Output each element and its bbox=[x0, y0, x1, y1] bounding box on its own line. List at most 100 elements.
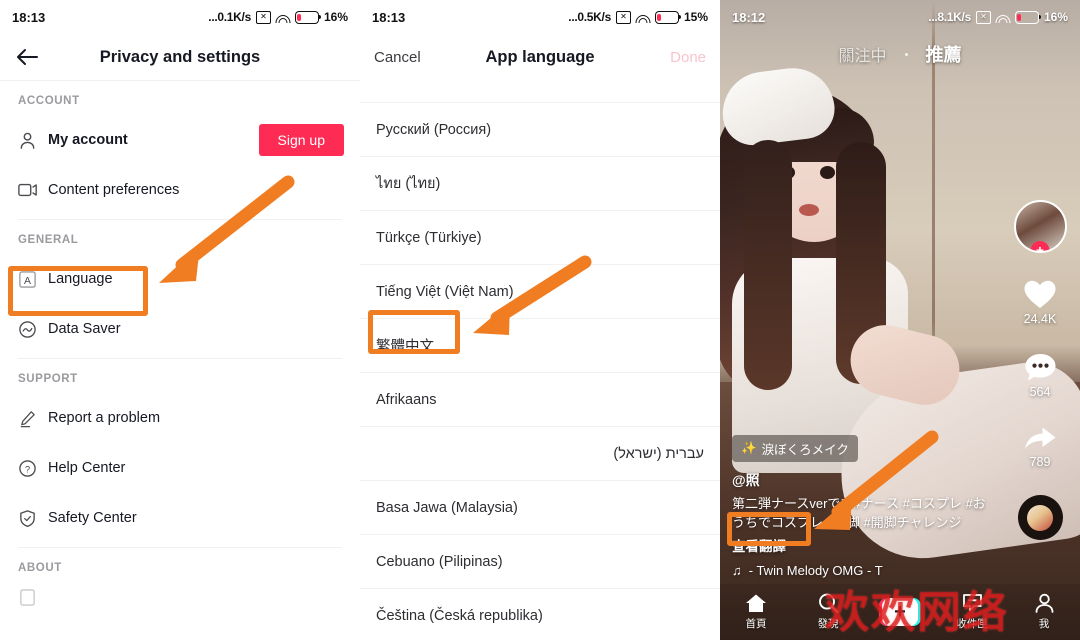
tab-inbox[interactable]: 收件匣 bbox=[936, 593, 1008, 631]
battery-icon bbox=[294, 10, 321, 24]
three-phone-screenshots: 18:13 ...0.1K/s ✕ 16% Privacy and settin… bbox=[0, 0, 1080, 640]
settings-navbar: Privacy and settings bbox=[0, 34, 360, 80]
bottom-tab-bar: 首頁 發現 + 收件匣 我 bbox=[720, 584, 1080, 640]
panel-privacy-settings: 18:13 ...0.1K/s ✕ 16% Privacy and settin… bbox=[0, 0, 360, 640]
inbox-icon bbox=[962, 594, 982, 612]
settings-row-safety-center[interactable]: Safety Center bbox=[0, 493, 360, 543]
share-count: 789 bbox=[1029, 455, 1051, 469]
status-time: 18:12 bbox=[732, 9, 766, 25]
svg-text:?: ? bbox=[25, 464, 30, 475]
battery-icon bbox=[1014, 10, 1041, 24]
settings-row-my-account[interactable]: My account Sign up bbox=[0, 115, 360, 165]
cancel-button[interactable]: Cancel bbox=[374, 49, 421, 66]
list-item[interactable]: ไทย (ไทย) bbox=[360, 157, 720, 211]
sparkle-icon: ✨ bbox=[741, 441, 757, 455]
home-icon bbox=[746, 594, 766, 612]
settings-label: My account bbox=[48, 132, 128, 148]
list-item[interactable]: Basa Jawa (Malaysia) bbox=[360, 481, 720, 535]
avatar[interactable]: + bbox=[1013, 200, 1067, 253]
search-icon bbox=[818, 593, 838, 613]
tab-label: 收件匣 bbox=[956, 618, 988, 630]
battery-percent: 15% bbox=[683, 10, 708, 24]
like-count: 24.4K bbox=[1023, 312, 1057, 326]
highlight-box-language bbox=[8, 266, 148, 316]
settings-label: Data Saver bbox=[48, 321, 121, 337]
list-item[interactable]: Afrikaans bbox=[360, 373, 720, 427]
heart-icon bbox=[1024, 280, 1056, 308]
section-header-support: SUPPORT bbox=[18, 373, 78, 385]
settings-label: Help Center bbox=[48, 460, 126, 476]
tab-for-you[interactable]: 推薦 bbox=[926, 41, 962, 67]
status-time: 18:13 bbox=[12, 9, 46, 25]
profile-icon bbox=[1035, 593, 1053, 613]
effect-chip[interactable]: ✨ 淚ぼくろメイク bbox=[732, 435, 858, 462]
settings-label: Report a problem bbox=[48, 410, 161, 426]
section-header-account: ACCOUNT bbox=[18, 95, 80, 107]
battery-percent: 16% bbox=[323, 10, 348, 24]
no-sim-icon: ✕ bbox=[615, 10, 631, 24]
music-disc-icon[interactable] bbox=[1017, 495, 1063, 540]
list-item[interactable]: עברית (ישראל) bbox=[360, 427, 720, 481]
data-saver-icon bbox=[18, 320, 48, 339]
language-list[interactable]: Русский (Россия) ไทย (ไทย) Türkçe (Türki… bbox=[360, 102, 720, 640]
music-note-icon: ♫ bbox=[732, 563, 742, 578]
battery-percent: 16% bbox=[1043, 10, 1068, 24]
video-action-rail: + 24.4K 564 789 bbox=[1010, 200, 1070, 540]
sign-up-button[interactable]: Sign up bbox=[258, 124, 344, 156]
settings-row-about-partial[interactable] bbox=[0, 582, 360, 612]
list-item[interactable]: Türkçe (Türkiye) bbox=[360, 211, 720, 265]
comment-count: 564 bbox=[1029, 385, 1051, 399]
no-sim-icon: ✕ bbox=[975, 10, 991, 24]
highlight-box-traditional-chinese bbox=[368, 310, 460, 354]
effect-label: 淚ぼくろメイク bbox=[761, 443, 849, 457]
status-time: 18:13 bbox=[372, 9, 406, 25]
wifi-icon bbox=[635, 12, 651, 23]
add-icon[interactable]: + bbox=[879, 598, 921, 626]
tab-home[interactable]: 首頁 bbox=[720, 593, 792, 631]
settings-label: Safety Center bbox=[48, 510, 137, 526]
tab-create[interactable]: + bbox=[864, 598, 936, 626]
author-handle[interactable]: @照 bbox=[732, 470, 994, 490]
list-item[interactable]: Русский (Россия) bbox=[360, 103, 720, 157]
tab-label: 首頁 bbox=[745, 618, 767, 630]
comment-icon bbox=[1025, 354, 1055, 381]
section-header-general: GENERAL bbox=[18, 234, 79, 246]
like-button[interactable]: 24.4K bbox=[1023, 279, 1057, 326]
follow-button[interactable]: + bbox=[1030, 241, 1050, 251]
question-circle-icon: ? bbox=[18, 459, 48, 478]
comment-button[interactable]: 564 bbox=[1024, 352, 1057, 399]
music-info[interactable]: ♫ - Twin Melody OMG - T bbox=[732, 563, 994, 578]
tab-label: 發現 bbox=[817, 618, 839, 630]
section-header-about: ABOUT bbox=[18, 562, 62, 574]
status-bar-settings: 18:13 ...0.1K/s ✕ 16% bbox=[0, 0, 360, 34]
feed-tabs: 關注中 推薦 bbox=[720, 34, 1080, 74]
language-navbar: Cancel App language Done bbox=[360, 34, 720, 80]
settings-row-report-problem[interactable]: Report a problem bbox=[0, 393, 360, 443]
pencil-icon bbox=[18, 409, 48, 428]
music-label: - Twin Melody OMG - T bbox=[748, 563, 883, 578]
share-button[interactable]: 789 bbox=[1023, 425, 1057, 469]
video-camera-icon bbox=[18, 182, 48, 198]
share-arrow-icon bbox=[1025, 427, 1056, 449]
network-speed: ...8.1K/s bbox=[928, 10, 971, 24]
wifi-icon bbox=[995, 12, 1011, 23]
wifi-icon bbox=[275, 12, 291, 23]
done-button[interactable]: Done bbox=[670, 49, 706, 66]
status-bar-video: 18:12 ...8.1K/s ✕ 16% bbox=[720, 0, 1080, 34]
shield-check-icon bbox=[18, 509, 48, 528]
battery-icon bbox=[654, 10, 681, 24]
person-icon bbox=[18, 131, 48, 150]
status-bar-language: 18:13 ...0.5K/s ✕ 15% bbox=[360, 0, 720, 34]
tab-following[interactable]: 關注中 bbox=[838, 42, 886, 66]
settings-row-help-center[interactable]: ? Help Center bbox=[0, 443, 360, 493]
tab-separator-dot bbox=[904, 52, 908, 56]
list-item[interactable]: Čeština (Česká republika) bbox=[360, 589, 720, 640]
tab-profile[interactable]: 我 bbox=[1008, 593, 1080, 631]
page-title: Privacy and settings bbox=[99, 47, 261, 66]
video-caption: ✨ 淚ぼくろメイク @照 第二弾ナースverです#ナース #コスプレ #おうちで… bbox=[732, 435, 994, 578]
back-arrow-icon[interactable] bbox=[0, 48, 54, 66]
list-item[interactable]: Cebuano (Pilipinas) bbox=[360, 535, 720, 589]
settings-row-content-preferences[interactable]: Content preferences bbox=[0, 165, 360, 215]
settings-label: Content preferences bbox=[48, 182, 180, 198]
tab-discover[interactable]: 發現 bbox=[792, 593, 864, 631]
